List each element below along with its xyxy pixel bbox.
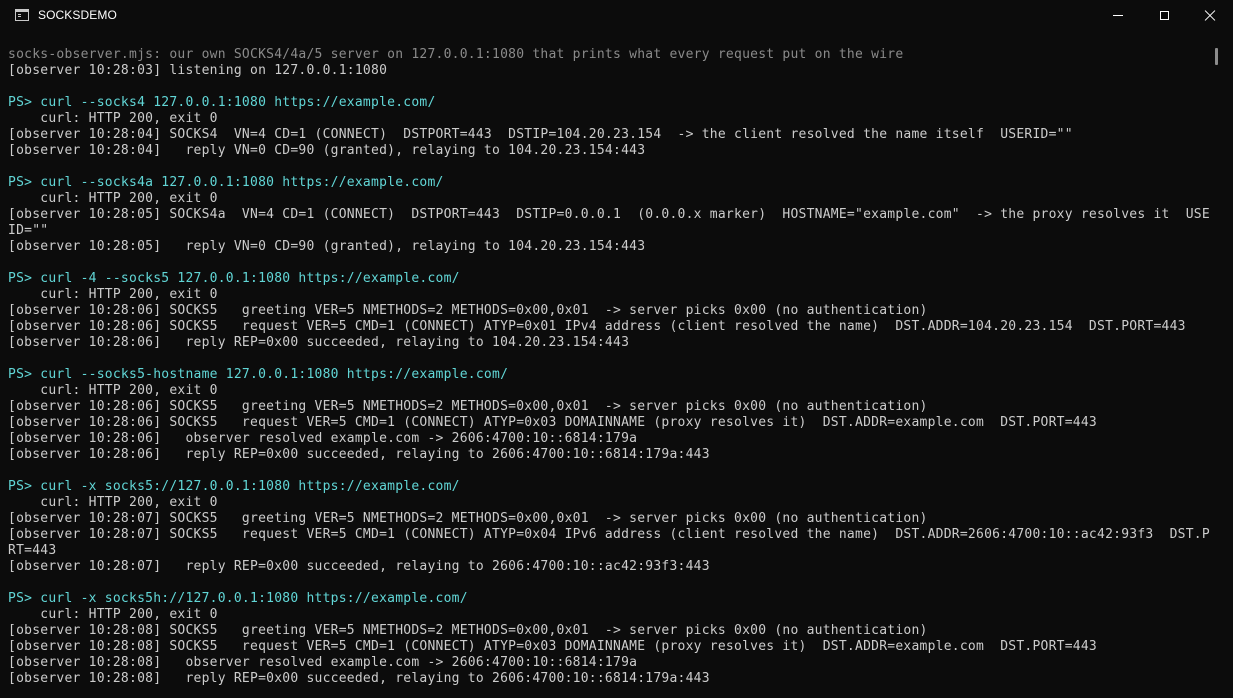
output-line: [observer 10:28:08] SOCKS5 greeting VER=… bbox=[8, 623, 928, 638]
output-line: [observer 10:28:06] observer resolved ex… bbox=[8, 431, 638, 446]
output-line: [observer 10:28:07] SOCKS5 request VER=5… bbox=[8, 527, 1210, 542]
output-line: [observer 10:28:06] SOCKS5 request VER=5… bbox=[8, 319, 1186, 334]
output-line: [observer 10:28:07] SOCKS5 greeting VER=… bbox=[8, 511, 928, 526]
minimize-button[interactable] bbox=[1095, 0, 1141, 31]
output-line: [observer 10:28:08] SOCKS5 request VER=5… bbox=[8, 639, 1097, 654]
output-line: [observer 10:28:06] SOCKS5 request VER=5… bbox=[8, 415, 1097, 430]
close-icon bbox=[1204, 10, 1216, 22]
command-line: PS> curl -x socks5://127.0.0.1:1080 http… bbox=[8, 479, 460, 494]
minimize-icon bbox=[1113, 15, 1123, 16]
output-line: [observer 10:28:08] observer resolved ex… bbox=[8, 655, 638, 670]
command-line: PS> curl --socks5-hostname 127.0.0.1:108… bbox=[8, 367, 509, 382]
output-line: curl: HTTP 200, exit 0 bbox=[8, 383, 218, 398]
output-line: [observer 10:28:08] reply REP=0x00 succe… bbox=[8, 671, 710, 686]
output-line: [observer 10:28:06] SOCKS5 greeting VER=… bbox=[8, 303, 928, 318]
output-line: curl: HTTP 200, exit 0 bbox=[8, 111, 218, 126]
terminal-output[interactable]: socks-observer.mjs: our own SOCKS4/4a/5 … bbox=[8, 47, 1210, 698]
maximize-button[interactable] bbox=[1141, 0, 1187, 31]
close-button[interactable] bbox=[1187, 0, 1233, 31]
vertical-scrollbar[interactable] bbox=[1210, 31, 1233, 698]
command-line: PS> curl --socks4 127.0.0.1:1080 https:/… bbox=[8, 95, 436, 110]
output-line: curl: HTTP 200, exit 0 bbox=[8, 191, 218, 206]
output-line: [observer 10:28:06] reply REP=0x00 succe… bbox=[8, 447, 710, 462]
output-line: [observer 10:28:07] reply REP=0x00 succe… bbox=[8, 559, 710, 574]
command-line: PS> curl -x socks5h://127.0.0.1:1080 htt… bbox=[8, 591, 468, 606]
output-line: RT=443 bbox=[8, 543, 57, 558]
terminal-window: SOCKSDEMO socks-observer.mjs: our own SO… bbox=[0, 0, 1233, 698]
console-app-icon bbox=[15, 9, 29, 21]
output-line: [observer 10:28:04] SOCKS4 VN=4 CD=1 (CO… bbox=[8, 127, 1073, 142]
window-title: SOCKSDEMO bbox=[38, 8, 117, 22]
scrollbar-thumb[interactable] bbox=[1215, 48, 1218, 65]
output-line: socks-observer.mjs: our own SOCKS4/4a/5 … bbox=[8, 47, 904, 62]
output-line: curl: HTTP 200, exit 0 bbox=[8, 495, 218, 510]
output-line: [observer 10:28:04] reply VN=0 CD=90 (gr… bbox=[8, 143, 646, 158]
title-bar[interactable]: SOCKSDEMO bbox=[0, 0, 1233, 31]
output-line: curl: HTTP 200, exit 0 bbox=[8, 287, 218, 302]
output-line: [observer 10:28:05] SOCKS4a VN=4 CD=1 (C… bbox=[8, 207, 1210, 222]
output-line: ID="" bbox=[8, 223, 49, 238]
command-line: PS> curl --socks4a 127.0.0.1:1080 https:… bbox=[8, 175, 444, 190]
output-line: curl: HTTP 200, exit 0 bbox=[8, 607, 218, 622]
output-line: [observer 10:28:06] SOCKS5 greeting VER=… bbox=[8, 399, 928, 414]
maximize-icon bbox=[1159, 11, 1169, 20]
command-line: PS> curl -4 --socks5 127.0.0.1:1080 http… bbox=[8, 271, 460, 286]
output-line: [observer 10:28:06] reply REP=0x00 succe… bbox=[8, 335, 630, 350]
output-line: [observer 10:28:03] listening on 127.0.0… bbox=[8, 63, 388, 78]
output-line: [observer 10:28:05] reply VN=0 CD=90 (gr… bbox=[8, 239, 646, 254]
